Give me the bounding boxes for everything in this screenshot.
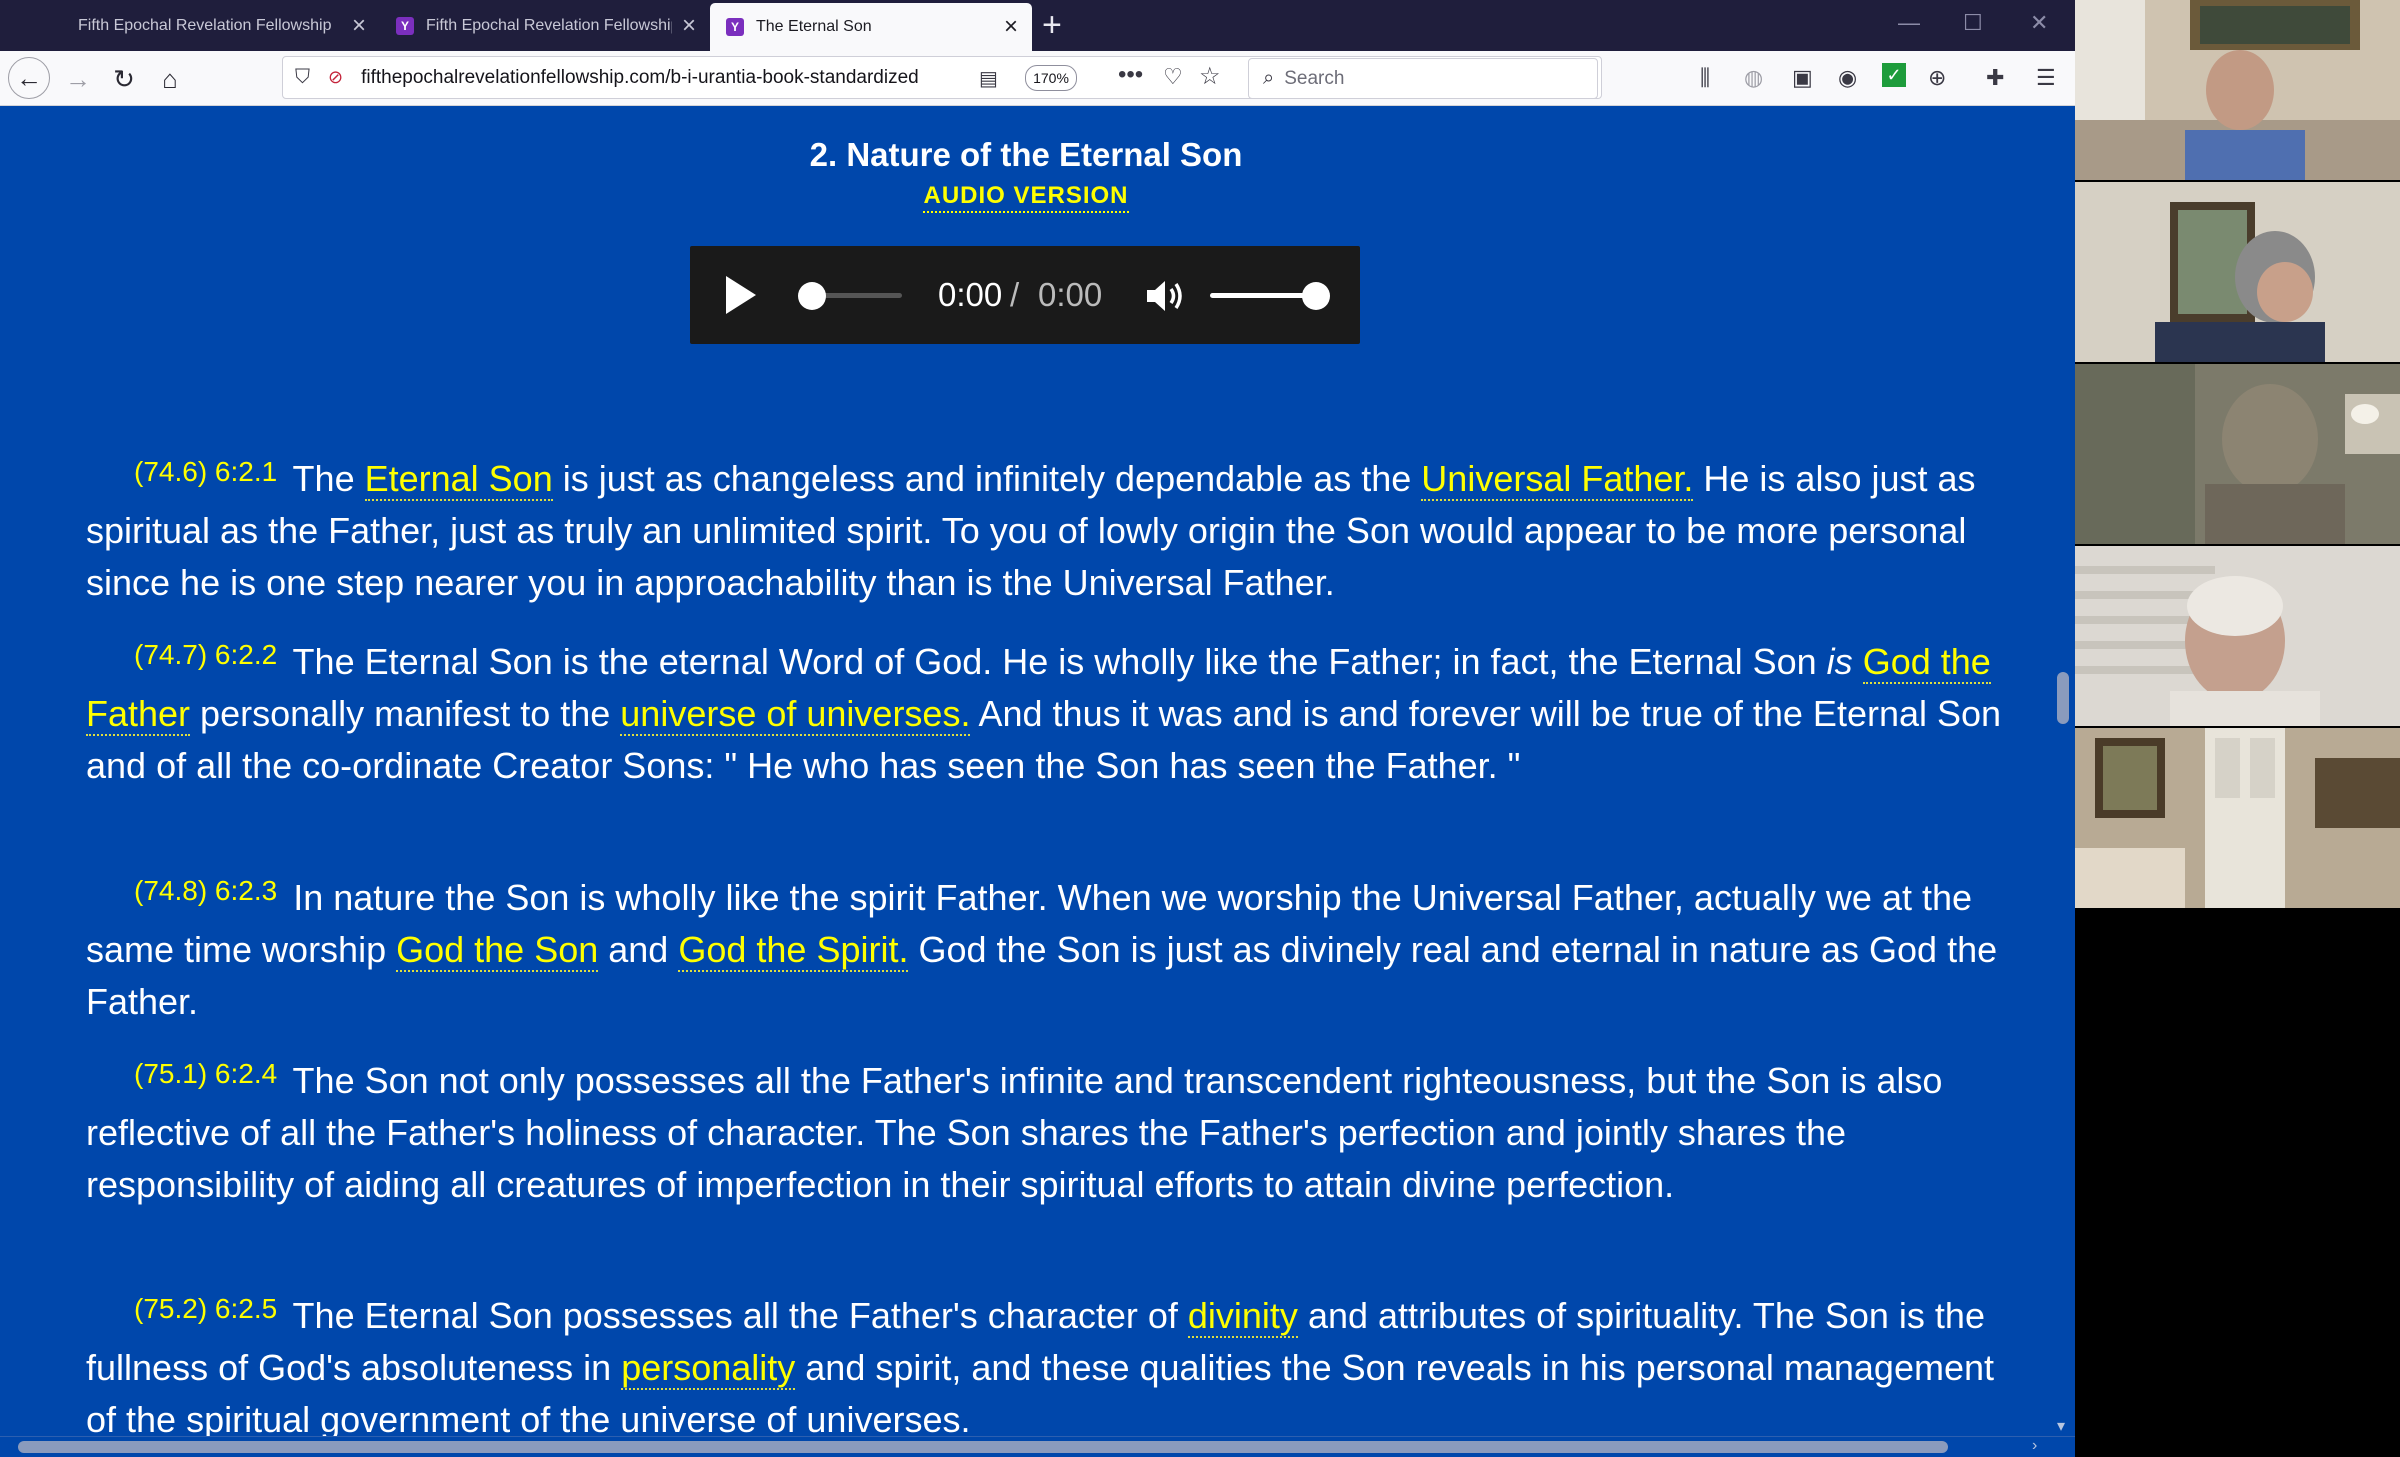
tab-close-icon[interactable]: × bbox=[352, 14, 366, 38]
tab-title: The Eternal Son bbox=[756, 18, 872, 35]
site-favicon-icon: Y bbox=[396, 17, 414, 35]
scroll-down-arrow-icon[interactable]: ▾ bbox=[2057, 1416, 2065, 1436]
glossary-link-personality[interactable]: personality bbox=[621, 1347, 796, 1390]
reload-icon[interactable]: ↻ bbox=[106, 61, 142, 97]
zoom-level-badge[interactable]: 170% bbox=[1025, 65, 1077, 91]
sidebar-icon[interactable]: ▣ bbox=[1792, 65, 1813, 91]
play-icon[interactable] bbox=[726, 276, 756, 314]
paragraph-6-2-2: (74.7) 6:2.2 The Eternal Son is the eter… bbox=[86, 629, 2016, 792]
volume-thumb[interactable] bbox=[1302, 282, 1330, 310]
tab-2[interactable]: Y Fifth Epochal Revelation Fellowship × bbox=[380, 5, 710, 47]
glossary-link-universal-father[interactable]: Universal Father. bbox=[1421, 458, 1694, 501]
paragraph-text bbox=[1853, 641, 1863, 682]
participant-video-2[interactable] bbox=[2075, 182, 2400, 362]
tab-title: Fifth Epochal Revelation Fellowship bbox=[78, 17, 332, 34]
tab-title: Fifth Epochal Revelation Fellowship bbox=[426, 17, 672, 34]
navigation-toolbar: ← → ↻ ⌂ ⛉ ⊘ fifthepochalrevelationfellow… bbox=[0, 51, 2075, 106]
extension-icon[interactable]: ✚ bbox=[1986, 65, 2004, 91]
speaker-icon[interactable] bbox=[1145, 276, 1187, 316]
back-arrow-icon[interactable]: ← bbox=[8, 57, 50, 99]
participant-video-4[interactable] bbox=[2075, 546, 2400, 726]
glossary-link-god-the-son[interactable]: God the Son bbox=[396, 929, 599, 972]
glossary-link-eternal-son[interactable]: Eternal Son bbox=[364, 458, 553, 501]
audio-player: 0:00 / 0:00 bbox=[690, 246, 1360, 344]
star-icon[interactable]: ☆ bbox=[1199, 62, 1221, 91]
paragraph-6-2-5: (75.2) 6:2.5 The Eternal Son possesses a… bbox=[86, 1283, 2016, 1446]
search-icon: ⌕ bbox=[1263, 67, 1275, 89]
new-tab-icon[interactable]: + bbox=[1042, 6, 1062, 44]
sync-icon[interactable]: ◍ bbox=[1744, 65, 1763, 91]
paragraph-6-2-4: (75.1) 6:2.4 The Son not only possesses … bbox=[86, 1048, 2016, 1211]
tab-close-icon[interactable]: × bbox=[682, 14, 696, 38]
glossary-link-god-the-spirit[interactable]: God the Spirit. bbox=[678, 929, 909, 972]
extension-check-icon[interactable]: ✓ bbox=[1882, 63, 1906, 87]
tab-1[interactable]: Fifth Epochal Revelation Fellowship × bbox=[50, 5, 380, 47]
paragraph-text: The Eternal Son is the eternal Word of G… bbox=[283, 641, 1827, 682]
search-placeholder: Search bbox=[1284, 67, 1345, 89]
paragraph-text: The Eternal Son possesses all the Father… bbox=[283, 1295, 1188, 1336]
page-content: 2. Nature of the Eternal Son AUDIO VERSI… bbox=[0, 106, 2052, 1440]
paragraph-reference: (74.6) 6:2.1 bbox=[134, 456, 278, 487]
audio-version-link[interactable]: AUDIO VERSION bbox=[923, 182, 1129, 213]
glossary-link-divinity[interactable]: divinity bbox=[1187, 1295, 1298, 1338]
vertical-scroll-thumb[interactable] bbox=[2057, 672, 2069, 724]
paragraph-reference: (74.7) 6:2.2 bbox=[134, 639, 278, 670]
paragraph-6-2-1: (74.6) 6:2.1 The Eternal Son is just as … bbox=[86, 446, 2016, 609]
browser-window: Fifth Epochal Revelation Fellowship × Y … bbox=[0, 0, 2075, 1457]
paragraph-text: personally manifest to the bbox=[190, 693, 621, 734]
current-time: 0:00 bbox=[938, 276, 1003, 313]
total-time: 0:00 bbox=[1038, 276, 1103, 313]
participant-video-3[interactable] bbox=[2075, 364, 2400, 544]
forward-arrow-icon[interactable]: → bbox=[60, 61, 96, 97]
url-text[interactable]: fifthepochalrevelationfellowship.com/b-i… bbox=[361, 67, 961, 89]
library-icon[interactable]: ⫼ bbox=[1700, 65, 1710, 91]
participant-video-1[interactable] bbox=[2075, 0, 2400, 180]
paragraph-reference: (75.1) 6:2.4 bbox=[134, 1058, 278, 1089]
account-icon[interactable]: ◉ bbox=[1838, 65, 1857, 91]
time-separator: / bbox=[1010, 276, 1020, 313]
tab-close-icon[interactable]: × bbox=[1004, 15, 1018, 39]
horizontal-scroll-thumb[interactable] bbox=[18, 1441, 1948, 1453]
more-icon[interactable]: ••• bbox=[1118, 61, 1143, 89]
paragraph-text: is just as changeless and infinitely dep… bbox=[552, 458, 1422, 499]
pocket-icon[interactable]: ♡ bbox=[1163, 64, 1183, 90]
horizontal-scrollbar[interactable]: › bbox=[0, 1436, 2075, 1457]
paragraph-text: The Son not only possesses all the Fathe… bbox=[86, 1060, 1943, 1205]
menu-icon[interactable]: ☰ bbox=[2036, 65, 2056, 91]
paragraph-text: and bbox=[598, 929, 679, 970]
reader-view-icon[interactable]: ▤ bbox=[979, 66, 998, 91]
scroll-right-arrow-icon[interactable]: › bbox=[2032, 1437, 2037, 1455]
lock-warning-icon[interactable]: ⊘ bbox=[328, 67, 343, 88]
site-favicon-icon: Y bbox=[726, 18, 744, 36]
tab-bar: Fifth Epochal Revelation Fellowship × Y … bbox=[0, 0, 2075, 51]
search-box[interactable]: ⌕ Search bbox=[1248, 58, 1598, 99]
paragraph-reference: (74.8) 6:2.3 bbox=[134, 875, 278, 906]
emphasis-text: is bbox=[1826, 641, 1853, 682]
zoom-extension-icon[interactable]: ⊕ bbox=[1928, 65, 1946, 91]
paragraph-text: The bbox=[283, 458, 365, 499]
close-window-icon[interactable]: ✕ bbox=[2030, 10, 2048, 36]
participant-video-5[interactable] bbox=[2075, 728, 2400, 908]
home-icon[interactable]: ⌂ bbox=[152, 61, 188, 97]
tab-3-active[interactable]: Y The Eternal Son × bbox=[710, 3, 1032, 51]
vertical-scrollbar[interactable]: ▾ bbox=[2052, 106, 2075, 1436]
shield-icon[interactable]: ⛉ bbox=[295, 66, 310, 89]
seek-thumb[interactable] bbox=[798, 282, 826, 310]
glossary-link-universe-of-universes[interactable]: universe of universes. bbox=[620, 693, 971, 736]
video-call-panel bbox=[2075, 0, 2400, 1457]
audio-version-link-wrap: AUDIO VERSION bbox=[0, 182, 2052, 213]
paragraph-6-2-3: (74.8) 6:2.3 In nature the Son is wholly… bbox=[86, 865, 2016, 1028]
minimize-icon[interactable]: — bbox=[1898, 10, 1920, 36]
maximize-icon[interactable]: ☐ bbox=[1963, 10, 1983, 36]
section-title: 2. Nature of the Eternal Son bbox=[809, 136, 1243, 173]
paragraph-reference: (75.2) 6:2.5 bbox=[134, 1293, 278, 1324]
tab-favicon bbox=[66, 17, 74, 35]
